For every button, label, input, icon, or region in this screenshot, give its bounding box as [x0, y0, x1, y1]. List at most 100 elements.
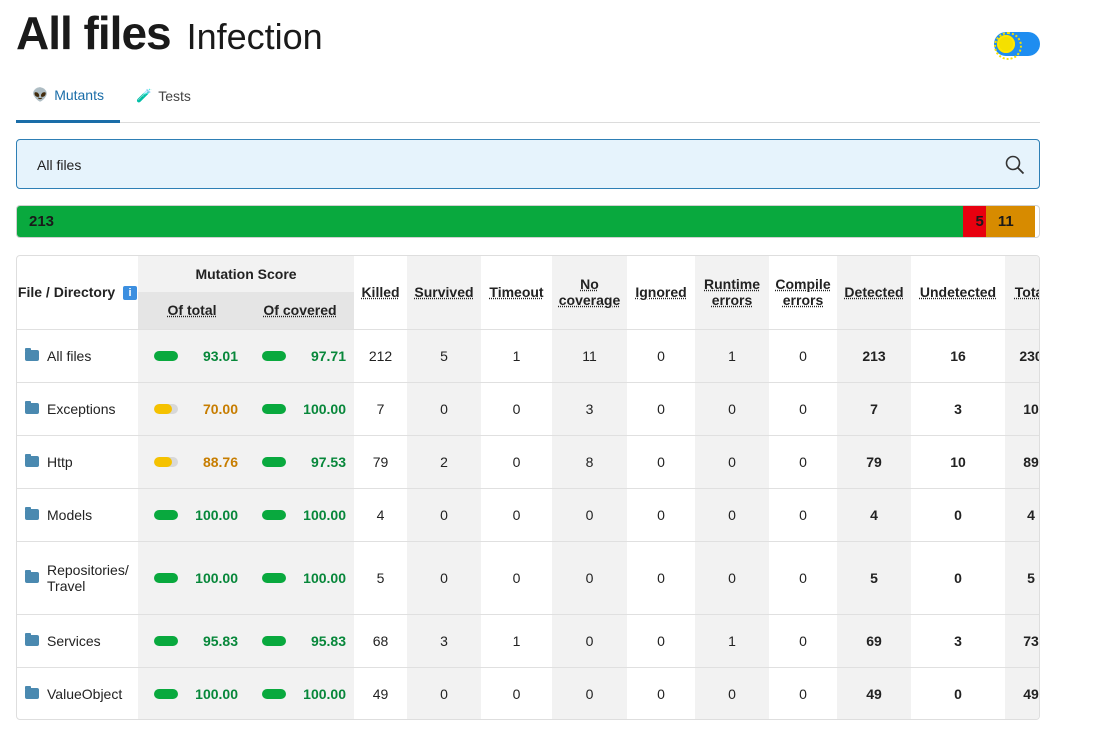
cell-ignored: 0: [657, 400, 665, 417]
tab-mutants[interactable]: 👽 Mutants: [16, 70, 120, 123]
cell-undetected: 3: [954, 400, 962, 417]
table-row: Services 95.83 95.83 68 3 1 0 0 1 0 69 3 73: [17, 614, 1039, 667]
cell-compile: 0: [799, 347, 807, 364]
col-of-total[interactable]: Of total: [138, 292, 246, 329]
cell-ignored: 0: [657, 685, 665, 702]
score-indicator: [262, 509, 286, 520]
cell-timeout: 0: [512, 685, 521, 702]
file-name[interactable]: ValueObject: [47, 686, 122, 702]
file-cell[interactable]: Repositories/ Travel: [17, 541, 138, 614]
file-cell[interactable]: ValueObject: [17, 667, 138, 719]
header-label: File / Directory: [17, 284, 116, 301]
cell-survived: 5: [407, 329, 481, 382]
cell-undetected: 0: [954, 506, 962, 523]
score-indicator: [154, 572, 178, 583]
cell-killed: 49: [372, 685, 389, 702]
file-name[interactable]: Exceptions: [47, 401, 115, 417]
col-undetected[interactable]: Undetected: [911, 256, 1005, 329]
score-of-total: 70.00: [138, 382, 246, 435]
info-icon[interactable]: i: [123, 286, 138, 301]
col-timeout[interactable]: Timeout: [481, 256, 552, 329]
cell-no-coverage: 3: [552, 382, 627, 435]
folder-icon: [25, 686, 39, 700]
cell-survived: 2: [407, 435, 481, 488]
score-of-covered: 97.53: [246, 435, 354, 488]
metrics-table-container: File / Directory i Mutation Score Killed…: [16, 255, 1040, 720]
col-no-coverage[interactable]: No coverage: [552, 256, 627, 329]
tab-label: Tests: [158, 88, 191, 104]
score-of-total: 100.00: [138, 488, 246, 541]
score-indicator: [154, 456, 178, 467]
cell-ignored: 0: [657, 569, 665, 586]
col-killed[interactable]: Killed: [354, 256, 407, 329]
cell-total: 5: [1005, 541, 1039, 614]
cell-undetected: 0: [954, 685, 962, 702]
theme-toggle[interactable]: [994, 32, 1040, 60]
score-indicator: [154, 635, 178, 646]
cell-timeout: 0: [512, 569, 521, 586]
file-name[interactable]: Services: [47, 633, 101, 649]
col-runtime-errors[interactable]: Runtime errors: [695, 256, 769, 329]
cell-no-coverage: 0: [552, 614, 627, 667]
col-compile-errors[interactable]: Compile errors: [769, 256, 837, 329]
col-survived[interactable]: Survived: [407, 256, 481, 329]
file-search-bar[interactable]: All files: [16, 139, 1040, 189]
cell-runtime: 0: [695, 435, 769, 488]
file-cell[interactable]: Services: [17, 614, 138, 667]
cell-timeout: 0: [512, 506, 521, 523]
file-name[interactable]: Http: [47, 454, 73, 470]
cell-no-coverage: 0: [552, 667, 627, 719]
file-cell[interactable]: Exceptions: [17, 382, 138, 435]
score-of-total: 95.83: [138, 614, 246, 667]
cell-undetected: 16: [950, 347, 966, 364]
file-cell[interactable]: Http: [17, 435, 138, 488]
score-of-covered: 100.00: [246, 541, 354, 614]
score-of-covered: 100.00: [246, 667, 354, 719]
file-name[interactable]: Repositories/ Travel: [47, 562, 138, 594]
cell-killed: 7: [376, 400, 385, 417]
cell-total: 230: [1005, 329, 1039, 382]
alien-icon: 👽: [32, 87, 49, 102]
cell-no-coverage: 0: [552, 541, 627, 614]
cell-timeout: 1: [512, 632, 521, 649]
cell-runtime: 0: [695, 382, 769, 435]
col-detected[interactable]: Detected: [837, 256, 911, 329]
file-cell[interactable]: Models: [17, 488, 138, 541]
table-row: Repositories/ Travel 100.00 100.00 5 0 0 0 0 0 0 5…: [17, 541, 1039, 614]
col-total[interactable]: Total: [1005, 256, 1039, 329]
col-ignored[interactable]: Ignored: [627, 256, 695, 329]
cell-total: 89: [1005, 435, 1039, 488]
cell-runtime: 0: [695, 488, 769, 541]
folder-icon: [25, 454, 39, 467]
cell-ignored: 0: [657, 506, 665, 523]
cell-survived: 0: [407, 541, 481, 614]
col-file-directory[interactable]: File / Directory i: [17, 256, 138, 329]
cell-no-coverage: 0: [552, 488, 627, 541]
cell-runtime: 0: [695, 541, 769, 614]
cell-survived: 0: [407, 667, 481, 719]
cell-compile: 0: [799, 453, 807, 470]
cell-runtime: 1: [695, 614, 769, 667]
cell-survived: 0: [407, 382, 481, 435]
cell-killed: 5: [376, 569, 385, 586]
test-tube-icon: 🧪: [136, 88, 153, 103]
folder-icon: [25, 348, 39, 361]
table-row: All files93.0197.71212511101021316230: [17, 329, 1039, 382]
cell-undetected: 3: [954, 632, 962, 649]
score-indicator: [262, 350, 286, 361]
cell-detected: 69: [837, 614, 911, 667]
file-cell[interactable]: All files: [17, 329, 138, 382]
page-header: All files Infection: [16, 6, 323, 60]
search-icon[interactable]: [1005, 155, 1025, 175]
file-name[interactable]: All files: [47, 348, 91, 364]
sun-icon: [994, 32, 1022, 60]
file-name[interactable]: Models: [47, 507, 92, 523]
table-row: Http 88.76 97.53 79 2 0 8 0 0 0 79 10 89: [17, 435, 1039, 488]
cell-runtime: 1: [695, 329, 769, 382]
tab-tests[interactable]: 🧪 Tests: [120, 70, 207, 122]
col-of-covered[interactable]: Of covered: [246, 292, 354, 329]
score-indicator: [262, 572, 286, 583]
cell-total: 73: [1005, 614, 1039, 667]
survived-segment: 5: [963, 206, 986, 237]
folder-icon: [25, 633, 39, 646]
